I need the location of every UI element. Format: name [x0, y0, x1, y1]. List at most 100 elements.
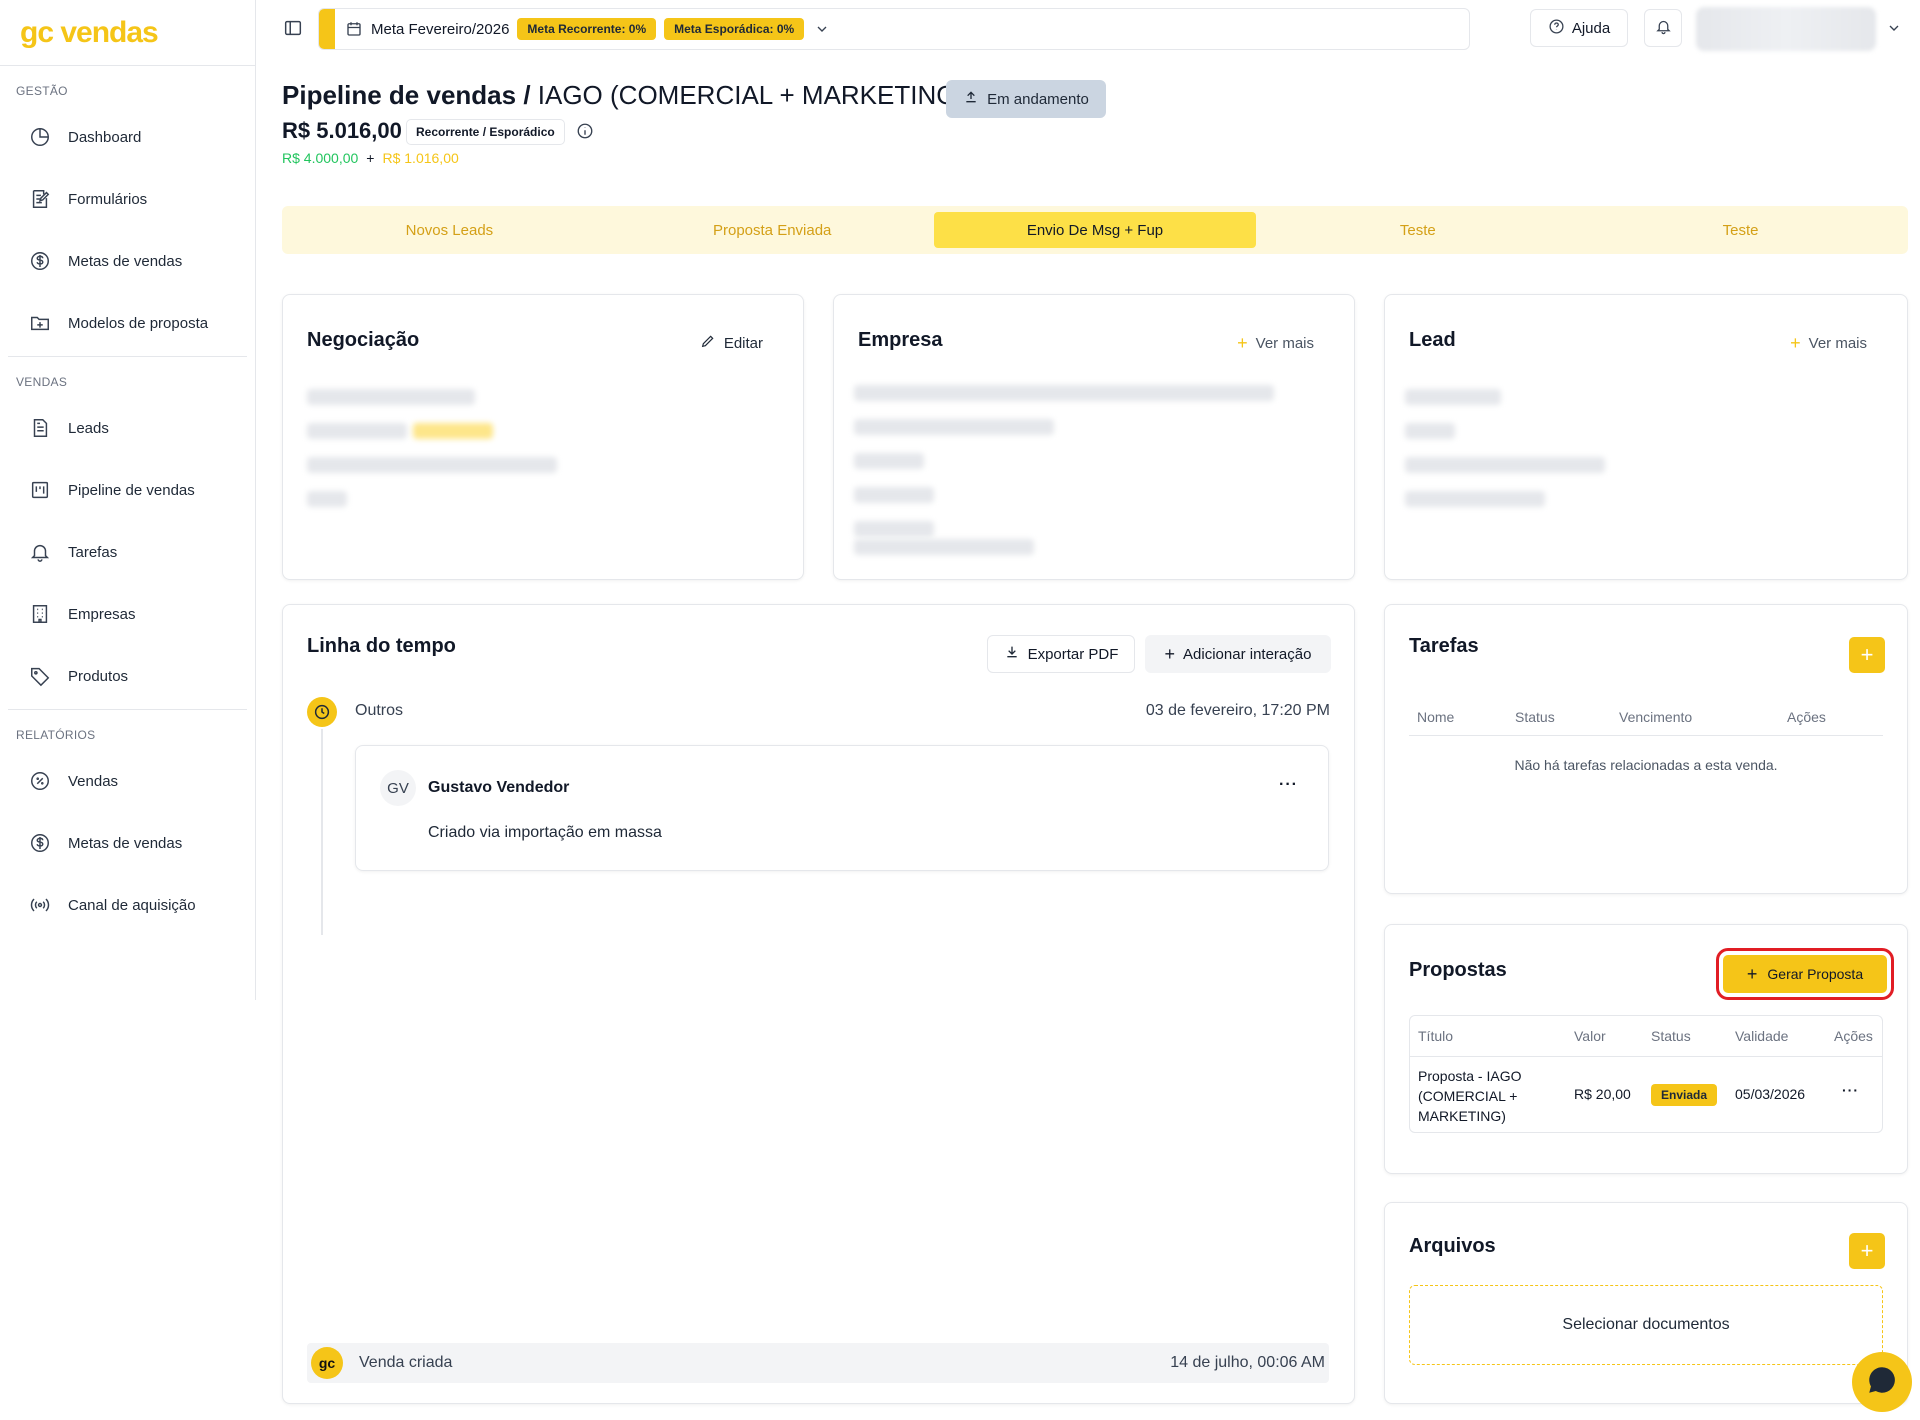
sidebar-item-pipeline-de-vendas[interactable]: Pipeline de vendas — [0, 459, 255, 521]
sidebar-item-leads[interactable]: Leads — [0, 397, 255, 459]
dollar-circle-icon — [28, 249, 52, 273]
negociacao-card: Negociação Editar — [282, 294, 804, 580]
empty-state: Não há tarefas relacionadas a esta venda… — [1514, 757, 1778, 773]
sidebar-item-label: Empresas — [68, 605, 136, 623]
sidebar-item-dashboard[interactable]: Dashboard — [0, 106, 255, 168]
gerar-proposta-button[interactable]: + Gerar Proposta — [1716, 948, 1894, 1000]
timeline-entry-date: 03 de fevereiro, 17:20 PM — [1145, 702, 1330, 719]
plus-icon: + — [1746, 963, 1758, 984]
amount-recorrente: R$ 4.000,00 — [282, 150, 359, 166]
ver-mais-lead-link[interactable]: + Ver mais — [1790, 333, 1867, 354]
edit-button[interactable]: Editar — [700, 333, 763, 353]
sidebar-item-modelos-de-proposta[interactable]: Modelos de proposta — [0, 292, 255, 354]
ver-mais-empresa-link[interactable]: + Ver mais — [1237, 333, 1314, 354]
page-title-section: Pipeline de vendas / — [282, 80, 531, 110]
sidebar-item-produtos[interactable]: Produtos — [0, 645, 255, 707]
sidebar-item-metas-de-vendas-report[interactable]: Metas de vendas — [0, 812, 255, 874]
card-title: Arquivos — [1409, 1235, 1496, 1257]
info-icon[interactable] — [576, 122, 594, 140]
goal-accent — [319, 9, 335, 49]
clock-icon — [307, 697, 337, 727]
sales-goal-bar[interactable]: Meta Fevereiro/2026 Meta Recorrente: 0% … — [318, 8, 1470, 50]
proposal-valor: R$ 20,00 — [1574, 1086, 1631, 1102]
sidebar-item-label: Canal de aquisição — [68, 896, 196, 914]
proposal-more-button[interactable]: ··· — [1842, 1082, 1859, 1098]
more-options-button[interactable]: ··· — [1279, 776, 1298, 794]
sidebar-item-label: Tarefas — [68, 543, 118, 561]
timeline-line — [321, 729, 323, 935]
broadcast-icon — [28, 893, 52, 917]
page-title: Pipeline de vendas / IAGO (COMERCIAL + M… — [282, 80, 965, 111]
card-title: Empresa — [858, 329, 943, 351]
empresa-card: Empresa + Ver mais — [833, 294, 1355, 580]
redacted-field — [854, 385, 1274, 401]
column-header: Ações — [1834, 1028, 1873, 1044]
page-title-deal: IAGO (COMERCIAL + MARKETING) — [530, 80, 966, 110]
proposal-title-line: (COMERCIAL + — [1418, 1088, 1518, 1104]
stage-teste[interactable]: Teste — [1256, 212, 1579, 248]
redacted-field — [307, 491, 347, 507]
column-header: Status — [1515, 709, 1555, 725]
gerar-proposta-label: Gerar Proposta — [1767, 966, 1864, 982]
sidebar-item-metas-de-vendas[interactable]: Metas de vendas — [0, 230, 255, 292]
redacted-field — [1405, 389, 1501, 405]
ver-mais-label: Ver mais — [1808, 335, 1867, 352]
redacted-field — [854, 521, 934, 537]
redacted-field — [413, 423, 493, 439]
stage-novos-leads[interactable]: Novos Leads — [288, 212, 611, 248]
amount-plus: + — [366, 150, 375, 166]
entry-text: Criado via importação em massa — [428, 824, 662, 841]
stage-proposta-enviada[interactable]: Proposta Enviada — [611, 212, 934, 248]
help-button[interactable]: Ajuda — [1530, 9, 1628, 47]
divider — [1409, 735, 1883, 736]
sidebar-item-vendas-report[interactable]: Vendas — [0, 750, 255, 812]
sidebar-item-label: Leads — [68, 419, 109, 437]
export-pdf-button[interactable]: Exportar PDF — [987, 635, 1135, 673]
column-header: Vencimento — [1619, 709, 1693, 725]
plus-icon: + — [1860, 1238, 1874, 1263]
propostas-card: Propostas + Gerar Proposta Título Valor … — [1384, 924, 1908, 1174]
sidebar-toggle-icon[interactable] — [282, 17, 304, 39]
add-interaction-button[interactable]: + Adicionar interação — [1145, 635, 1331, 673]
add-task-button[interactable]: + — [1849, 637, 1885, 673]
chevron-down-icon[interactable] — [814, 21, 830, 37]
deal-amount: R$ 5.016,00 — [282, 118, 402, 143]
amount-split: R$ 4.000,00 + R$ 1.016,00 — [282, 150, 459, 166]
brand-logo[interactable]: gc vendas — [0, 0, 255, 66]
plus-icon: + — [1860, 642, 1874, 667]
sidebar-item-formularios[interactable]: Formulários — [0, 168, 255, 230]
sidebar-item-label: Pipeline de vendas — [68, 481, 195, 499]
chat-button[interactable] — [1852, 1352, 1912, 1412]
add-interaction-label: Adicionar interação — [1183, 645, 1312, 663]
redacted-field — [1405, 457, 1605, 473]
redacted-field — [854, 539, 1034, 555]
status-button[interactable]: Em andamento — [946, 80, 1106, 118]
file-upload-dropzone[interactable]: Selecionar documentos — [1409, 1285, 1883, 1365]
timeline-footer-label: Venda criada — [359, 1354, 453, 1371]
sidebar-item-tarefas[interactable]: Tarefas — [0, 521, 255, 583]
proposal-title[interactable]: Proposta - IAGO (COMERCIAL + MARKETING) — [1418, 1066, 1521, 1126]
redacted-field — [854, 419, 1054, 435]
goal-esporadica-badge: Meta Esporádica: 0% — [664, 18, 805, 40]
sidebar-item-empresas[interactable]: Empresas — [0, 583, 255, 645]
stage-envio-de-msg-fup[interactable]: Envio De Msg + Fup — [933, 212, 1257, 248]
dollar-circle-icon — [28, 831, 52, 855]
chevron-down-icon[interactable] — [1886, 20, 1902, 36]
user-menu-avatar[interactable] — [1696, 7, 1876, 51]
sidebar: gc vendas GESTÃO Dashboard Formulários M… — [0, 0, 256, 1000]
column-header: Ações — [1787, 709, 1826, 725]
timeline-entry: GV Gustavo Vendedor ··· Criado via impor… — [355, 745, 1329, 871]
proposal-title-line: Proposta - IAGO — [1418, 1068, 1522, 1084]
redacted-field — [307, 457, 557, 473]
stage-teste[interactable]: Teste — [1579, 212, 1902, 248]
sidebar-item-canal-de-aquisicao[interactable]: Canal de aquisição — [0, 874, 255, 936]
calendar-icon — [345, 20, 363, 38]
nav-section-relatorios: RELATÓRIOS — [16, 728, 96, 742]
deal-type-badge: Recorrente / Esporádico — [406, 119, 565, 145]
sidebar-item-label: Modelos de proposta — [68, 314, 209, 332]
download-icon — [1004, 644, 1020, 664]
add-file-button[interactable]: + — [1849, 1233, 1885, 1269]
entry-author: Gustavo Vendedor — [428, 779, 570, 796]
notifications-button[interactable] — [1644, 9, 1682, 47]
column-header: Título — [1418, 1028, 1454, 1044]
